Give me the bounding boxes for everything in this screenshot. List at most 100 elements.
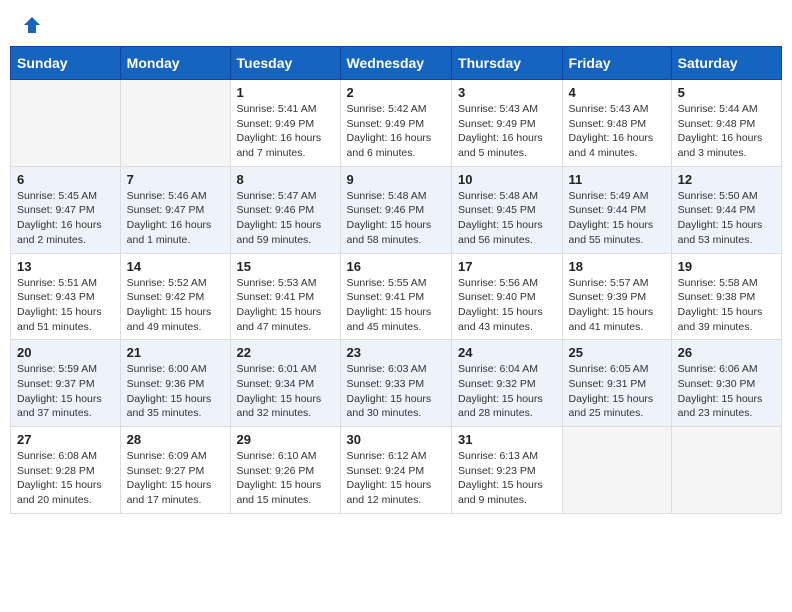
day-number: 15	[237, 259, 334, 274]
day-number: 7	[127, 172, 224, 187]
day-number: 14	[127, 259, 224, 274]
day-info: Sunrise: 5:41 AM Sunset: 9:49 PM Dayligh…	[237, 102, 334, 161]
calendar-week-row: 1 Sunrise: 5:41 AM Sunset: 9:49 PM Daylig…	[11, 80, 782, 167]
calendar-cell: 10Sunrise: 5:48 AM Sunset: 9:45 PM Dayli…	[452, 166, 563, 253]
day-info: Sunrise: 6:12 AM Sunset: 9:24 PM Dayligh…	[347, 449, 445, 508]
calendar-cell: 21 Sunrise: 6:00 AM Sunset: 9:36 PM Dayli…	[120, 340, 230, 427]
calendar-cell: 18 Sunrise: 5:57 AM Sunset: 9:39 PM Dayli…	[562, 253, 671, 340]
day-number: 22	[237, 345, 334, 360]
day-number: 26	[678, 345, 775, 360]
calendar-cell: 27Sunrise: 6:08 AM Sunset: 9:28 PM Dayli…	[11, 427, 121, 514]
day-number: 5	[678, 85, 775, 100]
day-info: Sunrise: 5:48 AM Sunset: 9:46 PM Dayligh…	[347, 189, 445, 248]
calendar-header-thursday: Thursday	[452, 47, 563, 80]
day-number: 18	[569, 259, 665, 274]
day-info: Sunrise: 6:10 AM Sunset: 9:26 PM Dayligh…	[237, 449, 334, 508]
page-header	[10, 10, 782, 36]
calendar-cell	[11, 80, 121, 167]
day-info: Sunrise: 6:05 AM Sunset: 9:31 PM Dayligh…	[569, 362, 665, 421]
calendar-cell	[562, 427, 671, 514]
day-number: 23	[347, 345, 445, 360]
calendar-cell	[671, 427, 781, 514]
day-number: 6	[17, 172, 114, 187]
calendar-cell: 15 Sunrise: 5:53 AM Sunset: 9:41 PM Dayli…	[230, 253, 340, 340]
calendar-week-row: 13 Sunrise: 5:51 AM Sunset: 9:43 PM Dayli…	[11, 253, 782, 340]
day-number: 11	[569, 172, 665, 187]
day-number: 1	[237, 85, 334, 100]
calendar-cell: 14 Sunrise: 5:52 AM Sunset: 9:42 PM Dayli…	[120, 253, 230, 340]
day-info: Sunrise: 5:43 AM Sunset: 9:49 PM Dayligh…	[458, 102, 556, 161]
calendar-header-saturday: Saturday	[671, 47, 781, 80]
day-info: Sunrise: 5:51 AM Sunset: 9:43 PM Dayligh…	[17, 276, 114, 335]
day-info: Sunrise: 5:52 AM Sunset: 9:42 PM Dayligh…	[127, 276, 224, 335]
calendar-cell: 29 Sunrise: 6:10 AM Sunset: 9:26 PM Dayli…	[230, 427, 340, 514]
calendar-cell: 17 Sunrise: 5:56 AM Sunset: 9:40 PM Dayli…	[452, 253, 563, 340]
calendar-cell: 6 Sunrise: 5:45 AM Sunset: 9:47 PM Daylig…	[11, 166, 121, 253]
calendar-cell: 20 Sunrise: 5:59 AM Sunset: 9:37 PM Dayli…	[11, 340, 121, 427]
day-info: Sunrise: 6:01 AM Sunset: 9:34 PM Dayligh…	[237, 362, 334, 421]
calendar-cell: 16 Sunrise: 5:55 AM Sunset: 9:41 PM Dayli…	[340, 253, 451, 340]
calendar-cell: 26 Sunrise: 6:06 AM Sunset: 9:30 PM Dayli…	[671, 340, 781, 427]
calendar-cell: 3 Sunrise: 5:43 AM Sunset: 9:49 PM Daylig…	[452, 80, 563, 167]
calendar-week-row: 27Sunrise: 6:08 AM Sunset: 9:28 PM Dayli…	[11, 427, 782, 514]
day-info: Sunrise: 6:09 AM Sunset: 9:27 PM Dayligh…	[127, 449, 224, 508]
day-number: 4	[569, 85, 665, 100]
calendar-cell: 9 Sunrise: 5:48 AM Sunset: 9:46 PM Daylig…	[340, 166, 451, 253]
calendar-cell: 13 Sunrise: 5:51 AM Sunset: 9:43 PM Dayli…	[11, 253, 121, 340]
day-number: 29	[237, 432, 334, 447]
day-number: 16	[347, 259, 445, 274]
calendar-header-sunday: Sunday	[11, 47, 121, 80]
day-info: Sunrise: 5:53 AM Sunset: 9:41 PM Dayligh…	[237, 276, 334, 335]
day-info: Sunrise: 5:43 AM Sunset: 9:48 PM Dayligh…	[569, 102, 665, 161]
day-info: Sunrise: 5:48 AM Sunset: 9:45 PM Dayligh…	[458, 189, 556, 248]
calendar-cell: 5Sunrise: 5:44 AM Sunset: 9:48 PM Daylig…	[671, 80, 781, 167]
calendar-header-monday: Monday	[120, 47, 230, 80]
day-number: 31	[458, 432, 556, 447]
logo-icon	[22, 15, 42, 35]
calendar-cell: 31 Sunrise: 6:13 AM Sunset: 9:23 PM Dayli…	[452, 427, 563, 514]
calendar-cell: 30 Sunrise: 6:12 AM Sunset: 9:24 PM Dayli…	[340, 427, 451, 514]
day-info: Sunrise: 6:03 AM Sunset: 9:33 PM Dayligh…	[347, 362, 445, 421]
calendar-cell: 12Sunrise: 5:50 AM Sunset: 9:44 PM Dayli…	[671, 166, 781, 253]
calendar-header-friday: Friday	[562, 47, 671, 80]
day-info: Sunrise: 5:49 AM Sunset: 9:44 PM Dayligh…	[569, 189, 665, 248]
day-number: 24	[458, 345, 556, 360]
day-number: 12	[678, 172, 775, 187]
day-number: 8	[237, 172, 334, 187]
day-info: Sunrise: 5:45 AM Sunset: 9:47 PM Dayligh…	[17, 189, 114, 248]
calendar-cell	[120, 80, 230, 167]
calendar-cell: 2 Sunrise: 5:42 AM Sunset: 9:49 PM Daylig…	[340, 80, 451, 167]
day-info: Sunrise: 5:42 AM Sunset: 9:49 PM Dayligh…	[347, 102, 445, 161]
day-number: 19	[678, 259, 775, 274]
day-number: 13	[17, 259, 114, 274]
day-info: Sunrise: 6:04 AM Sunset: 9:32 PM Dayligh…	[458, 362, 556, 421]
day-info: Sunrise: 5:57 AM Sunset: 9:39 PM Dayligh…	[569, 276, 665, 335]
calendar-cell: 23 Sunrise: 6:03 AM Sunset: 9:33 PM Dayli…	[340, 340, 451, 427]
calendar-header-wednesday: Wednesday	[340, 47, 451, 80]
day-info: Sunrise: 5:55 AM Sunset: 9:41 PM Dayligh…	[347, 276, 445, 335]
day-info: Sunrise: 5:59 AM Sunset: 9:37 PM Dayligh…	[17, 362, 114, 421]
day-info: Sunrise: 5:56 AM Sunset: 9:40 PM Dayligh…	[458, 276, 556, 335]
calendar-cell: 25 Sunrise: 6:05 AM Sunset: 9:31 PM Dayli…	[562, 340, 671, 427]
day-info: Sunrise: 6:00 AM Sunset: 9:36 PM Dayligh…	[127, 362, 224, 421]
day-number: 20	[17, 345, 114, 360]
day-info: Sunrise: 6:13 AM Sunset: 9:23 PM Dayligh…	[458, 449, 556, 508]
day-number: 21	[127, 345, 224, 360]
calendar-cell: 19Sunrise: 5:58 AM Sunset: 9:38 PM Dayli…	[671, 253, 781, 340]
day-number: 9	[347, 172, 445, 187]
calendar-header-tuesday: Tuesday	[230, 47, 340, 80]
calendar-cell: 8Sunrise: 5:47 AM Sunset: 9:46 PM Daylig…	[230, 166, 340, 253]
calendar-cell: 4 Sunrise: 5:43 AM Sunset: 9:48 PM Daylig…	[562, 80, 671, 167]
day-number: 30	[347, 432, 445, 447]
calendar-cell: 7Sunrise: 5:46 AM Sunset: 9:47 PM Daylig…	[120, 166, 230, 253]
calendar-week-row: 20 Sunrise: 5:59 AM Sunset: 9:37 PM Dayli…	[11, 340, 782, 427]
calendar-cell: 22 Sunrise: 6:01 AM Sunset: 9:34 PM Dayli…	[230, 340, 340, 427]
day-number: 3	[458, 85, 556, 100]
day-number: 27	[17, 432, 114, 447]
day-number: 25	[569, 345, 665, 360]
calendar-cell: 1 Sunrise: 5:41 AM Sunset: 9:49 PM Daylig…	[230, 80, 340, 167]
day-info: Sunrise: 6:06 AM Sunset: 9:30 PM Dayligh…	[678, 362, 775, 421]
day-number: 17	[458, 259, 556, 274]
day-number: 2	[347, 85, 445, 100]
calendar-header-row: SundayMondayTuesdayWednesdayThursdayFrid…	[11, 47, 782, 80]
